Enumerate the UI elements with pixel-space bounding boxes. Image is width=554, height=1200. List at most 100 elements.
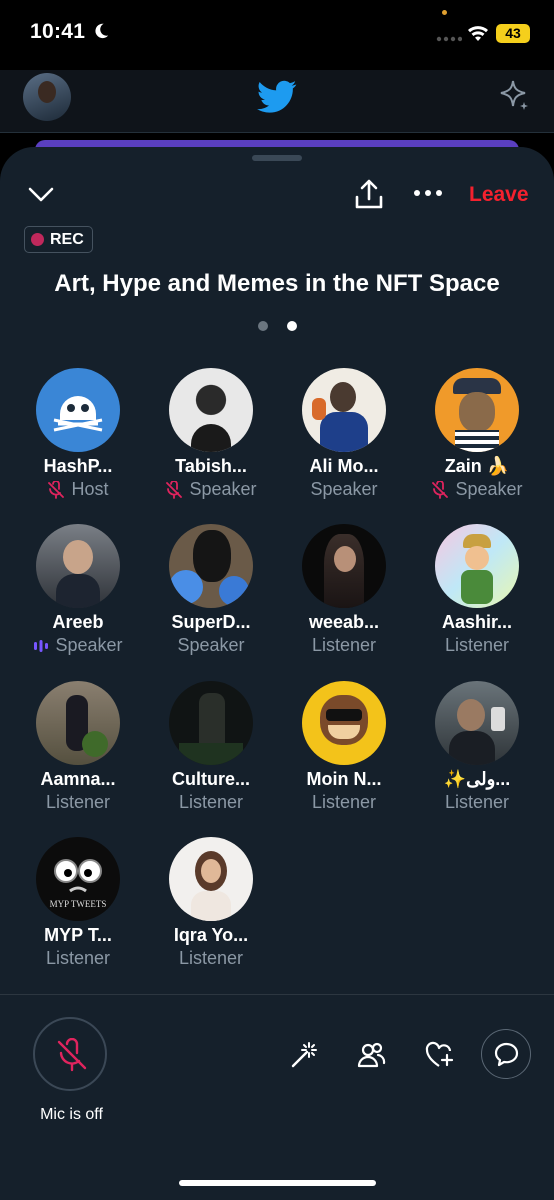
participant-name: Aashir... <box>441 612 513 632</box>
participant-role: Speaker <box>417 479 537 500</box>
participant-name: Zain 🍌 <box>444 456 510 476</box>
recording-dot-icon <box>31 233 44 246</box>
mic-muted-icon <box>432 480 449 499</box>
avatar <box>36 681 120 765</box>
participant-name: weeab... <box>308 612 380 632</box>
participant-role: Listener <box>417 792 537 813</box>
participant-role: Speaker <box>151 479 271 500</box>
page-dot[interactable] <box>258 321 268 331</box>
heart-plus-icon[interactable] <box>424 1040 454 1070</box>
participant[interactable]: weeab... Listener <box>284 524 404 656</box>
role-label: Listener <box>178 948 244 968</box>
participant[interactable]: Aamna... Listener <box>18 681 138 813</box>
avatar <box>435 368 519 452</box>
profile-avatar[interactable] <box>23 73 71 121</box>
more-options-icon[interactable] <box>412 186 444 200</box>
battery-indicator: 43 <box>496 24 530 43</box>
role-label: Speaker <box>55 635 123 655</box>
participant[interactable]: SuperD... Speaker <box>151 524 271 656</box>
participant-name: ✨ولی... <box>443 769 511 789</box>
participant-role: Host <box>18 479 138 500</box>
participant[interactable]: Tabish... Speaker <box>151 368 271 500</box>
avatar <box>36 368 120 452</box>
mic-toggle-button[interactable] <box>33 1017 107 1091</box>
role-label: Listener <box>311 635 377 655</box>
participant[interactable]: Areeb Speaker <box>18 524 138 656</box>
participant-name: MYP T... <box>44 925 112 945</box>
participant[interactable]: Aashir... Listener <box>417 524 537 656</box>
sheet-grabber[interactable] <box>252 155 302 161</box>
avatar <box>169 681 253 765</box>
participant[interactable]: MYP TWEETS MYP T... Listener <box>18 837 138 969</box>
participant[interactable]: HashP... Host <box>18 368 138 500</box>
participant-name: SuperD... <box>171 612 251 632</box>
participant-role: Listener <box>417 635 537 656</box>
mic-status-label: Mic is off <box>40 1106 103 1123</box>
avatar-caption: MYP TWEETS <box>49 899 107 909</box>
clock: 10:41 <box>30 20 86 43</box>
people-icon[interactable] <box>356 1040 386 1070</box>
ghost-logo-icon <box>53 396 103 432</box>
participant[interactable]: Moin N... Listener <box>284 681 404 813</box>
rec-badge: REC <box>24 226 93 253</box>
participant[interactable]: Culture... Listener <box>151 681 271 813</box>
avatar <box>435 681 519 765</box>
mic-muted-icon <box>166 480 183 499</box>
page-indicator <box>258 321 297 331</box>
divider <box>0 994 554 995</box>
speech-bubble-icon <box>494 1042 519 1067</box>
role-label: Listener <box>444 792 510 812</box>
mic-off-icon <box>57 1038 87 1072</box>
role-label: Listener <box>311 792 377 812</box>
participant-role: Speaker <box>284 479 404 500</box>
participant[interactable]: Zain 🍌 Speaker <box>417 368 537 500</box>
participant-name: Aamna... <box>40 769 116 789</box>
role-label: Speaker <box>455 479 523 499</box>
speaking-indicator-icon <box>34 639 49 652</box>
role-label: Speaker <box>177 635 245 655</box>
participant-role: Speaker <box>151 635 271 656</box>
sparkle-icon[interactable] <box>496 78 530 112</box>
participant-role: Listener <box>284 635 404 656</box>
role-label: Listener <box>45 948 111 968</box>
status-bar: 10:41 43 <box>0 0 554 70</box>
wifi-icon <box>468 26 488 41</box>
rec-label: REC <box>50 230 84 248</box>
participant-role: Listener <box>284 792 404 813</box>
avatar <box>36 524 120 608</box>
role-label: Speaker <box>189 479 257 499</box>
role-label: Speaker <box>310 479 378 499</box>
participant-role: Listener <box>151 948 271 969</box>
leave-button[interactable]: Leave <box>469 183 529 207</box>
twitter-bird-icon <box>257 80 297 113</box>
participant[interactable]: Ali Mo... Speaker <box>284 368 404 500</box>
mic-muted-icon <box>48 480 65 499</box>
avatar <box>302 368 386 452</box>
participant-name: Iqra Yo... <box>173 925 249 945</box>
avatar <box>169 368 253 452</box>
participant-role: Listener <box>151 792 271 813</box>
role-label: Listener <box>444 635 510 655</box>
role-label: Listener <box>178 792 244 812</box>
magic-wand-icon[interactable] <box>289 1040 319 1070</box>
participant-role: Speaker <box>18 635 138 656</box>
participant-name: Areeb <box>52 612 104 632</box>
avatar <box>169 837 253 921</box>
moon-icon <box>95 23 109 39</box>
chevron-down-icon[interactable] <box>27 183 55 205</box>
share-icon[interactable] <box>354 178 384 210</box>
participant-name: Moin N... <box>306 769 382 789</box>
chat-button[interactable] <box>481 1029 531 1079</box>
participant-name: HashP... <box>43 456 113 476</box>
signal-icon <box>436 36 462 42</box>
participant[interactable]: ✨ولی... Listener <box>417 681 537 813</box>
role-label: Listener <box>45 792 111 812</box>
page-dot-active[interactable] <box>287 321 297 331</box>
participant[interactable]: Iqra Yo... Listener <box>151 837 271 969</box>
space-title: Art, Hype and Memes in the NFT Space <box>54 270 500 297</box>
participant-name: Tabish... <box>175 456 247 476</box>
role-label: Host <box>71 479 109 499</box>
participant-name: Culture... <box>171 769 250 789</box>
privacy-indicator <box>442 10 447 15</box>
avatar: MYP TWEETS <box>36 837 120 921</box>
